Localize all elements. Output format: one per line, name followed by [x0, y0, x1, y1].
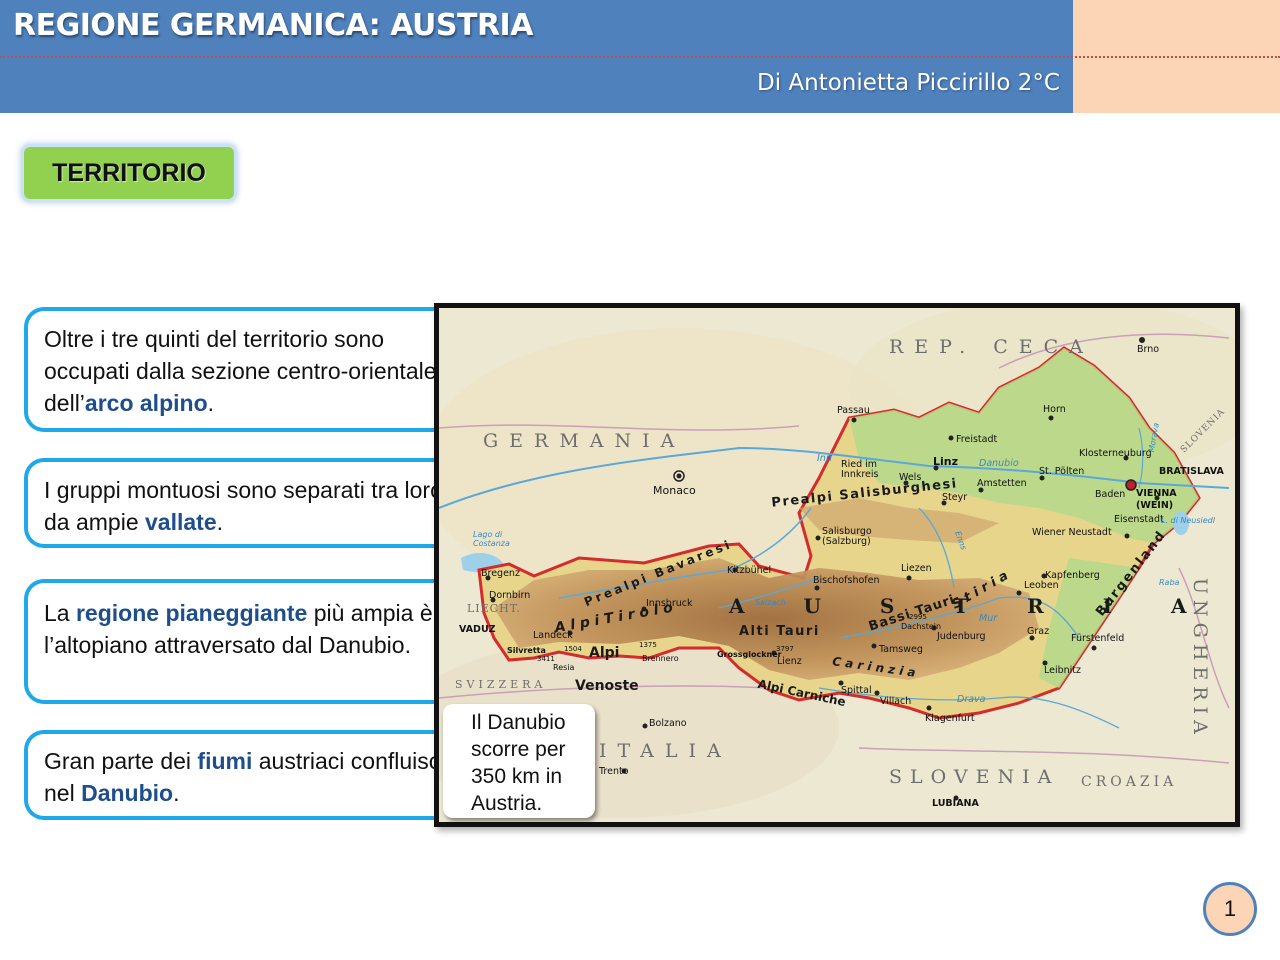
- city-baden: Baden: [1095, 489, 1126, 500]
- city-vienna: VIENNA: [1136, 488, 1177, 499]
- city-leibnitz: Leibnitz: [1044, 665, 1082, 676]
- slide-subtitle: Di Antonietta Piccirillo 2°C: [756, 70, 1060, 96]
- city-judenburg: Judenburg: [937, 631, 986, 642]
- highlight-text: vallate: [145, 509, 217, 535]
- text-box-arco-alpino: Oltre i tre quinti del territorio sono o…: [24, 307, 464, 432]
- text-segment: .: [207, 390, 215, 416]
- peak-height: 3411: [537, 655, 555, 663]
- city-horn: Horn: [1043, 404, 1066, 415]
- map-label-it: ITALIA: [599, 740, 732, 762]
- city-bolzano: Bolzano: [649, 718, 687, 729]
- river-mur: Mur: [979, 613, 998, 624]
- river-danubio: Danubio: [979, 458, 1019, 469]
- map-label-li: LIECHT.: [467, 602, 521, 615]
- text-segment: Gran parte dei: [44, 748, 198, 774]
- map-label-si: SLOVENIA: [889, 766, 1060, 788]
- city-eisenstadt: Eisenstadt: [1114, 514, 1164, 525]
- river-salzach: Salzach: [755, 598, 786, 607]
- city-brno: Brno: [1137, 344, 1160, 355]
- city-bischofshofen: Bischofshofen: [813, 575, 880, 586]
- city-kitzbuhel: Kitzbühel: [727, 565, 772, 576]
- city-resia: Resia: [553, 663, 575, 672]
- relief-alti-tauri: Alti Tauri: [739, 624, 820, 639]
- city-furstenfeld: Fürstenfeld: [1071, 633, 1125, 644]
- relief-alpi: Alpi: [589, 645, 620, 661]
- city-monaco: Monaco: [653, 484, 696, 497]
- city-dornbirn: Dornbirn: [489, 590, 531, 601]
- map-label-hr: CROAZIA: [1081, 774, 1178, 790]
- city-graz: Graz: [1027, 626, 1050, 637]
- text-box-vallate: I gruppi montuosi sono separati tra loro…: [24, 458, 464, 548]
- header-divider: [0, 56, 1280, 58]
- river-drava: Drava: [957, 694, 986, 705]
- lake-neusiedl: L. di Neusiedl: [1161, 516, 1215, 525]
- highlight-text: Danubio: [81, 780, 174, 806]
- map-label-de: GERMANIA: [483, 430, 686, 452]
- peak-dachstein: Dachstein: [901, 622, 942, 631]
- text-segment: I gruppi montuosi sono separati tra loro…: [44, 477, 443, 535]
- city-wiener-neustadt: Wiener Neustadt: [1032, 527, 1112, 538]
- city-leoben: Leoben: [1024, 580, 1059, 591]
- city-stpolten: St. Pölten: [1039, 466, 1085, 477]
- city-passau: Passau: [837, 405, 870, 416]
- relief-venoste: Venoste: [575, 678, 639, 694]
- city-trento: Trento: [599, 766, 629, 777]
- river-raba: Raba: [1159, 578, 1180, 587]
- city-wein: (WEIN): [1136, 500, 1174, 511]
- peak-height: 1375: [639, 641, 657, 649]
- city-ried: Ried im Innkreis: [841, 459, 879, 480]
- map-label-ch: SVIZZERA: [455, 678, 547, 691]
- city-linz: Linz: [933, 455, 959, 468]
- city-tamsweg: Tamsweg: [879, 644, 923, 655]
- city-klagenfurt: Klagenfurt: [925, 713, 975, 724]
- text-box-fiumi: Gran parte dei fiumi austriaci confluisc…: [24, 730, 464, 820]
- section-label: TERRITORIO: [52, 158, 206, 187]
- river-inn: Inn: [817, 453, 832, 464]
- city-steyr: Steyr: [942, 492, 968, 503]
- section-badge: TERRITORIO: [24, 147, 234, 199]
- city-brennero: Brennero: [642, 654, 679, 663]
- peak-height: 3797: [776, 645, 794, 653]
- city-bratislava: BRATISLAVA: [1159, 466, 1224, 477]
- city-liezen: Liezen: [901, 563, 932, 574]
- city-freistadt: Freistadt: [956, 434, 998, 445]
- map-label-cz: REP. CECA: [889, 336, 1094, 358]
- city-amstetten: Amstetten: [977, 478, 1027, 489]
- text-segment: .: [216, 509, 224, 535]
- highlight-text: regione pianeggiante: [75, 600, 308, 626]
- peak-grossglockner: Grossglockner: [717, 650, 782, 659]
- text-segment: La: [44, 600, 76, 626]
- peak-silvretta: Silvretta: [507, 646, 546, 655]
- city-klosterneuburg: Klosterneuburg: [1079, 448, 1152, 459]
- highlight-text: fiumi: [197, 748, 253, 774]
- city-bregenz: Bregenz: [481, 568, 520, 579]
- city-vaduz: VADUZ: [459, 624, 496, 635]
- city-lubiana: LUBIANA: [932, 798, 979, 809]
- city-kapfenberg: Kapfenberg: [1045, 570, 1100, 581]
- text-segment: .: [173, 780, 180, 806]
- city-villach: Villach: [880, 696, 912, 707]
- peak-height: 1504: [564, 645, 582, 653]
- page-number: 1: [1203, 882, 1257, 936]
- lake-costanza: Lago di Costanza: [473, 530, 510, 548]
- city-salzburg: (Salzburg): [822, 536, 871, 547]
- danubio-callout: Il Danubio scorre per 350 km in Austria.: [443, 704, 595, 818]
- highlight-text: arco alpino: [84, 390, 208, 416]
- slide-title: REGIONE GERMANICA: AUSTRIA: [13, 8, 533, 43]
- text-box-regione-pianeggiante: La regione pianeggiante più ampia è l’al…: [24, 579, 464, 704]
